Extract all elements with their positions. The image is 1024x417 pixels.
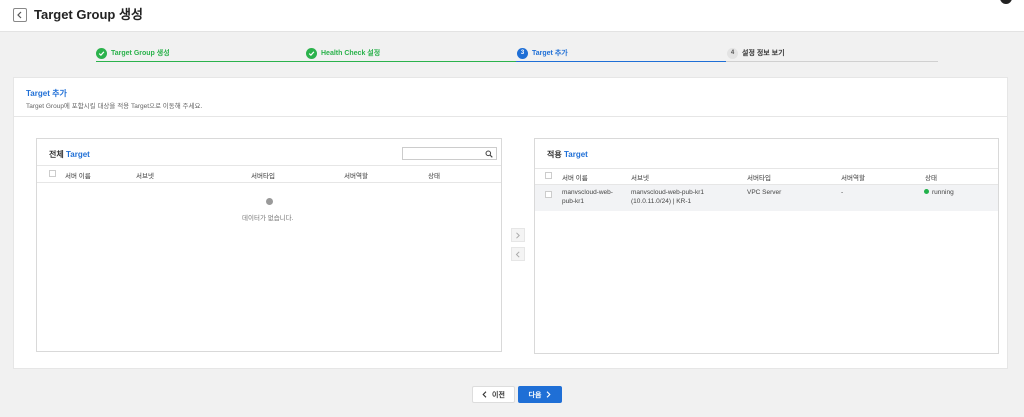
step-3-label: Target 추가 [532,50,568,57]
move-right-button[interactable] [511,228,525,242]
top-bar: Target Group 생성 [0,0,1024,32]
title-highlight: Target [563,150,588,159]
move-left-button[interactable] [511,247,525,261]
step-2: Health Check 설정 [306,44,380,62]
check-icon [96,47,107,59]
target-add-card: Target 추가 Target Group에 포함시킬 대상을 적용 Targ… [13,77,1008,369]
col-status[interactable]: 상태 [428,170,440,180]
row-status: running [924,188,954,197]
prev-button[interactable]: 이전 [472,386,515,403]
applied-target-title: 적용 Target [547,149,588,160]
divider [535,168,998,169]
status-running-icon [924,189,929,194]
col-server-name[interactable]: 서버 이름 [65,170,91,180]
col-server-type[interactable]: 서버타입 [251,170,275,180]
col-server-name[interactable]: 서버 이름 [562,172,588,182]
step-1: Target Group 생성 [96,44,170,62]
next-button[interactable]: 다음 [518,386,562,403]
user-avatar[interactable] [1000,0,1012,4]
subnet-line2: (10.0.11.0/24) | KR-1 [631,198,692,205]
row-server-name: manvscloud-web- pub-kr1 [562,188,613,206]
chevron-right-icon [547,391,552,398]
divider [14,116,1007,117]
row-server-role: - [841,189,844,196]
chevron-right-icon [516,231,520,239]
back-button[interactable] [13,8,27,22]
subnet-line1: manvscloud-web-pub-kr1 [631,189,704,196]
next-label: 다음 [528,391,542,399]
section-title: Target 추가 [26,89,67,98]
title-highlight: Target [65,150,90,159]
prev-label: 이전 [492,391,505,399]
applied-target-panel: 적용 Target 서버 이름 서브넷 서버타입 서버역할 상태 manvscl… [534,138,999,354]
col-subnet[interactable]: 서브넷 [631,172,649,182]
status-text: running [932,189,954,196]
col-status[interactable]: 상태 [925,172,937,182]
col-server-role[interactable]: 서버역할 [344,170,368,180]
col-server-type[interactable]: 서버타입 [747,172,771,182]
section-description: Target Group에 포함시킬 대상을 적용 Target으로 이동해 주… [26,103,203,110]
chevron-left-icon [515,250,520,258]
server-name-line1: manvscloud-web- [562,189,613,196]
wizard-stepper: Target Group 생성 Health Check 설정 3 Target… [96,44,938,66]
step-4-number: 4 [727,47,738,59]
empty-state-icon [266,198,273,205]
col-subnet[interactable]: 서브넷 [136,170,154,180]
step-2-label: Health Check 설정 [321,50,381,57]
step-4-label: 설정 정보 보기 [742,50,785,57]
divider [37,182,501,183]
all-target-title: 전체 Target [49,149,90,160]
all-target-panel: 전체 Target 서버 이름 서브넷 서버타입 서버역할 상태 데이터가 없습… [36,138,502,352]
chevron-left-icon [17,11,22,19]
title-prefix: 전체 [49,150,64,159]
row-subnet: manvscloud-web-pub-kr1 (10.0.11.0/24) | … [631,188,704,206]
check-icon [306,47,317,59]
divider [37,165,501,166]
col-server-role[interactable]: 서버역할 [841,172,865,182]
row-checkbox[interactable] [545,191,552,198]
title-prefix: 적용 [547,150,562,159]
empty-state-text: 데이터가 없습니다. [242,215,294,222]
search-input[interactable] [402,147,497,160]
select-all-checkbox[interactable] [545,172,552,179]
step-1-label: Target Group 생성 [111,50,170,57]
step-4: 4 설정 정보 보기 [727,44,785,62]
server-name-line2: pub-kr1 [562,198,585,205]
chevron-left-icon [482,391,487,398]
row-server-type: VPC Server [747,189,782,196]
step-3-number: 3 [517,47,528,59]
search-icon[interactable] [485,150,493,158]
select-all-checkbox[interactable] [49,170,56,177]
step-3: 3 Target 추가 [517,44,568,62]
page-title: Target Group 생성 [34,7,143,22]
